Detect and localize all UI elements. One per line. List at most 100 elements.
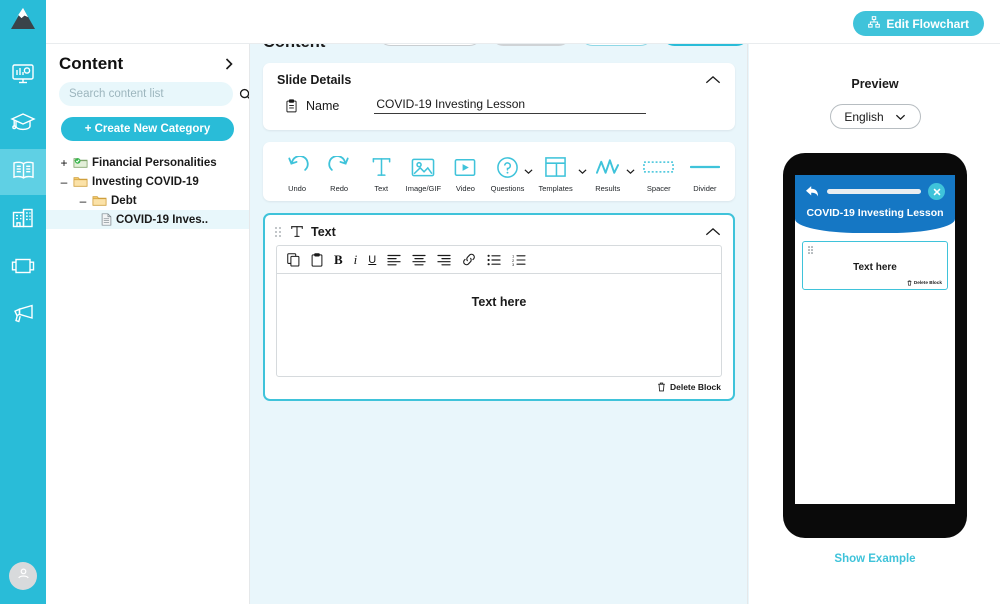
chevron-down-icon[interactable] <box>524 162 533 180</box>
user-avatar-icon <box>16 566 31 586</box>
bullet-list-icon[interactable] <box>487 252 501 267</box>
create-new-category-button[interactable]: + Create New Category <box>61 117 234 141</box>
preview-panel: Preview English COVID-19 Investing Lesso… <box>749 0 1000 604</box>
edit-flowchart-label: Edit Flowchart <box>886 16 969 31</box>
tree-item-investing-covid-19[interactable]: – Investing COVID-19 <box>46 172 249 191</box>
tool-label: Video <box>455 184 475 193</box>
tree-toggle[interactable]: – <box>78 195 88 207</box>
chevron-up-icon[interactable] <box>705 227 721 237</box>
tool-label: Divider <box>693 184 717 193</box>
phone-text-block[interactable]: Text here Delete Block <box>802 241 948 290</box>
top-divider <box>46 43 1000 44</box>
edit-flowchart-button[interactable]: Edit Flowchart <box>853 11 984 36</box>
chevron-up-icon[interactable] <box>705 75 721 85</box>
tree-toggle[interactable]: – <box>59 176 69 188</box>
tool-label: Spacer <box>646 184 671 193</box>
chevron-down-icon[interactable] <box>578 162 587 180</box>
layout-grid-icon <box>544 154 567 180</box>
mountain-logo-icon[interactable] <box>8 6 38 37</box>
panel-divider-left <box>249 44 250 604</box>
phone-block-text: Text here <box>853 261 897 273</box>
image-icon <box>411 154 435 180</box>
slide-details-title: Slide Details <box>277 73 352 87</box>
preview-language-dropdown[interactable]: English <box>829 104 921 129</box>
progress-bar <box>827 189 921 194</box>
tool-label: Undo <box>288 184 307 193</box>
numbered-list-icon[interactable]: 1 2 3 <box>512 252 526 267</box>
tree-toggle[interactable]: + <box>59 157 69 169</box>
redo-arrow-icon <box>327 154 351 180</box>
sidebar-item-courses[interactable] <box>0 101 46 147</box>
tool-results[interactable]: Results <box>588 154 635 193</box>
sidebar-item-dashboard[interactable] <box>0 53 46 99</box>
sidebar-item-organization[interactable] <box>0 197 46 243</box>
name-input[interactable] <box>374 97 647 114</box>
tree-item-covid-19-investing[interactable]: COVID-19 Inves.. <box>46 210 249 229</box>
megaphone-icon <box>11 303 36 330</box>
tool-divider[interactable]: Divider <box>685 154 725 193</box>
preview-title: Preview <box>851 77 899 91</box>
tool-image-gif[interactable]: Image/GIF <box>403 154 443 193</box>
tool-spacer[interactable]: Spacer <box>639 154 679 193</box>
tool-questions[interactable]: Questions <box>487 154 533 193</box>
tool-templates[interactable]: Templates <box>536 154 587 193</box>
content-tree: + Financial Personalities – Investing CO… <box>46 153 249 229</box>
back-arrow-icon[interactable] <box>805 185 820 198</box>
text-block-card: Text B i U 1 2 3 Text here Delete Block <box>263 213 735 401</box>
tree-item-debt[interactable]: – Debt <box>46 191 249 210</box>
link-icon[interactable] <box>462 252 476 267</box>
chevron-right-icon[interactable] <box>223 57 235 71</box>
tool-video[interactable]: Video <box>445 154 485 193</box>
sidebar-item-cards[interactable] <box>0 245 46 291</box>
delete-block-button[interactable]: Delete Block <box>265 377 733 399</box>
sidebar-item-lessons[interactable] <box>0 149 46 195</box>
tool-text[interactable]: Text <box>361 154 401 193</box>
tool-label: Image/GIF <box>405 184 442 193</box>
phone-delete-block-button[interactable]: Delete Block <box>808 280 942 286</box>
show-example-link[interactable]: Show Example <box>834 553 915 565</box>
phone-delete-block-label: Delete Block <box>913 280 942 285</box>
tool-label: Questions <box>490 184 525 193</box>
svg-text:3: 3 <box>512 262 515 266</box>
chart-line-icon <box>595 154 620 180</box>
left-icon-rail <box>0 0 46 604</box>
phone-lesson-title: COVID-19 Investing Lesson <box>806 207 944 219</box>
slide-details-header: Slide Details <box>263 63 735 91</box>
align-center-icon[interactable] <box>412 252 426 267</box>
close-x-icon[interactable] <box>928 183 945 200</box>
name-label: Name <box>306 98 340 113</box>
graduation-cap-icon <box>10 111 36 138</box>
bold-icon[interactable]: B <box>334 252 343 267</box>
content-panel-title: Content <box>59 54 124 73</box>
phone-mockup: COVID-19 Investing Lesson Text here Dele… <box>783 153 967 538</box>
name-field-row: Name <box>263 91 735 130</box>
dashboard-monitor-icon <box>11 63 35 90</box>
align-left-icon[interactable] <box>387 252 401 267</box>
tree-item-financial-personalities[interactable]: + Financial Personalities <box>46 153 249 172</box>
text-t-icon <box>371 154 392 180</box>
horizontal-line-icon <box>689 154 720 180</box>
paste-icon[interactable] <box>311 252 323 267</box>
preview-language-value: English <box>844 109 884 124</box>
sidebar-item-announcements[interactable] <box>0 293 46 339</box>
copy-icon[interactable] <box>287 252 300 267</box>
chevron-down-icon[interactable] <box>626 162 635 180</box>
drag-handle-icon[interactable] <box>275 226 281 237</box>
drag-handle-icon[interactable] <box>808 246 942 254</box>
search-input[interactable] <box>59 82 233 106</box>
video-play-icon <box>453 154 477 180</box>
tool-undo[interactable]: Undo <box>277 154 317 193</box>
card-icon <box>10 256 36 281</box>
editor-toolbar: B i U 1 2 3 <box>277 246 721 274</box>
editor-content[interactable]: Text here <box>277 274 721 376</box>
question-circle-icon <box>496 154 519 180</box>
italic-icon[interactable]: i <box>354 252 358 267</box>
phone-body: Text here Delete Block <box>795 233 955 290</box>
align-right-icon[interactable] <box>437 252 451 267</box>
tool-redo[interactable]: Redo <box>319 154 359 193</box>
avatar[interactable] <box>9 562 37 590</box>
tree-item-label: Financial Personalities <box>92 156 217 169</box>
underline-icon[interactable]: U <box>368 252 376 267</box>
tree-item-label: Investing COVID-19 <box>92 175 199 188</box>
phone-screen: COVID-19 Investing Lesson Text here Dele… <box>795 175 955 504</box>
